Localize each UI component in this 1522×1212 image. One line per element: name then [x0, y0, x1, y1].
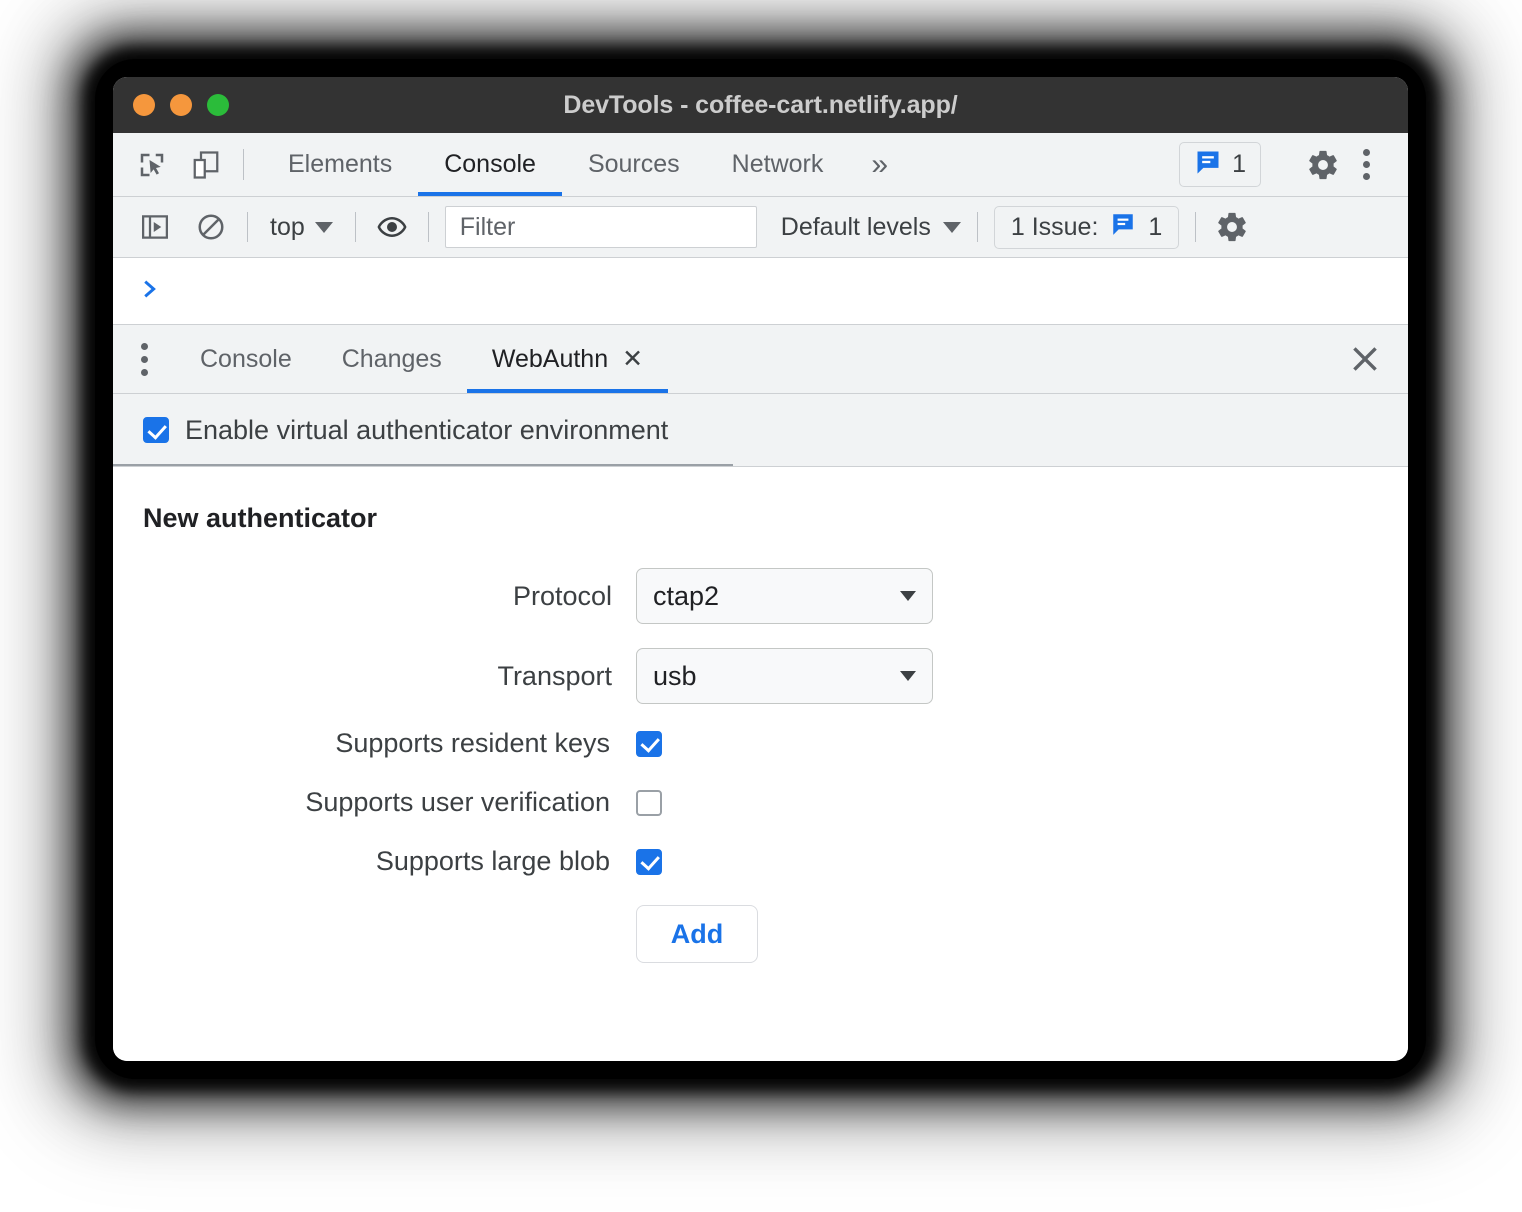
- more-tabs-chevron-icon[interactable]: »: [849, 133, 910, 196]
- console-prompt-chevron-icon: [139, 276, 161, 306]
- log-levels-selector[interactable]: Default levels: [781, 213, 961, 242]
- issues-badge-button[interactable]: 1: [1179, 142, 1261, 187]
- new-authenticator-heading: New authenticator: [143, 503, 378, 533]
- panel-tabbar: Elements Console Sources Network » 1: [113, 133, 1408, 197]
- window-titlebar: DevTools - coffee-cart.netlify.app/: [113, 77, 1408, 133]
- tab-console-label: Console: [444, 150, 536, 178]
- execution-context-selector[interactable]: top: [264, 213, 339, 242]
- issues-count-number: 1: [1148, 212, 1163, 241]
- console-toolbar-divider-4: [976, 212, 978, 242]
- transport-select-value: usb: [653, 660, 697, 691]
- show-console-sidebar-icon[interactable]: [135, 207, 175, 247]
- protocol-label: Protocol: [512, 580, 612, 611]
- devtools-window: DevTools - coffee-cart.netlify.app/ Elem…: [113, 77, 1408, 1061]
- supports-resident-keys-row: Supports resident keys: [113, 728, 1408, 759]
- drawer-kebab-dot-3: [140, 368, 148, 376]
- supports-resident-keys-label: Supports resident keys: [335, 728, 610, 758]
- console-toolbar: top Filter Default levels 1 Issue: 1: [113, 197, 1408, 258]
- tab-network-label: Network: [731, 150, 824, 178]
- drawer-kebab-dot-2: [140, 355, 148, 363]
- supports-resident-keys-checkbox[interactable]: [636, 730, 662, 757]
- drawer-tab-webauthn-label: WebAuthn: [491, 344, 609, 373]
- drawer-tab-changes-label: Changes: [341, 344, 442, 373]
- supports-large-blob-checkbox[interactable]: [636, 848, 662, 875]
- more-tabs-label: »: [871, 147, 889, 181]
- tab-console[interactable]: Console: [418, 133, 562, 196]
- drawer-tabbar: Console Changes WebAuthn ✕: [113, 325, 1408, 394]
- console-settings-gear-icon[interactable]: [1212, 207, 1252, 247]
- chevron-down-icon-levels: [942, 221, 961, 233]
- drawer-tab-webauthn[interactable]: WebAuthn ✕: [466, 325, 669, 393]
- add-authenticator-button[interactable]: Add: [636, 905, 758, 963]
- console-filter-input[interactable]: Filter: [444, 206, 757, 248]
- panel-toolbar-icons: [113, 133, 223, 196]
- drawer-kebab-dot-1: [140, 342, 148, 350]
- issues-count-label: 1 Issue:: [1010, 212, 1099, 241]
- drawer-tab-changes[interactable]: Changes: [317, 325, 467, 393]
- panel-toolbar-right: 1: [1179, 133, 1408, 196]
- issues-speech-bubble-icon-small: [1110, 211, 1136, 244]
- issues-count-button[interactable]: 1 Issue: 1: [993, 205, 1180, 249]
- chevron-down-icon-transport: [900, 671, 916, 681]
- kebab-dot-3: [1362, 173, 1370, 180]
- tab-elements-label: Elements: [288, 150, 393, 178]
- kebab-dot-2: [1362, 161, 1370, 168]
- console-message-area[interactable]: [113, 258, 1408, 325]
- gear-icon[interactable]: [1300, 142, 1346, 188]
- supports-user-verification-checkbox[interactable]: [636, 789, 662, 816]
- log-levels-label: Default levels: [780, 212, 931, 241]
- kebab-menu-icon[interactable]: [1346, 142, 1386, 188]
- drawer-tab-console-label: Console: [200, 344, 292, 373]
- window-title: DevTools - coffee-cart.netlify.app/: [563, 90, 958, 119]
- enable-virtual-authenticator-row[interactable]: Enable virtual authenticator environment: [113, 394, 1408, 467]
- supports-user-verification-label: Supports user verification: [305, 787, 610, 817]
- protocol-select[interactable]: ctap2: [636, 568, 933, 624]
- transport-select[interactable]: usb: [636, 648, 933, 704]
- inspect-element-icon[interactable]: [135, 148, 169, 182]
- execution-context-label: top: [270, 212, 305, 241]
- toolbar-divider: [243, 149, 244, 180]
- checkmark-icon-resident-keys: [639, 732, 660, 753]
- console-filter-placeholder: Filter: [459, 212, 516, 241]
- console-toolbar-divider-2: [354, 212, 356, 242]
- live-expression-eye-icon[interactable]: [372, 207, 412, 247]
- drawer-tab-console[interactable]: Console: [175, 325, 317, 393]
- checkmark-icon: [146, 419, 167, 440]
- add-authenticator-row: Add: [113, 905, 1408, 963]
- checkmark-icon-large-blob: [639, 850, 660, 871]
- chevron-down-icon: [314, 221, 333, 233]
- webauthn-panel: New authenticator Protocol ctap2 Transpo…: [113, 467, 1408, 1061]
- issues-badge-count: 1: [1232, 150, 1246, 178]
- tab-elements[interactable]: Elements: [262, 133, 418, 196]
- kebab-dot-1: [1362, 149, 1370, 156]
- console-toolbar-divider-3: [427, 212, 429, 242]
- chevron-down-icon-protocol: [900, 591, 916, 601]
- enable-virtual-authenticator-checkbox[interactable]: [143, 417, 169, 443]
- drawer-kebab-menu-icon[interactable]: [113, 325, 175, 393]
- supports-user-verification-row: Supports user verification: [113, 787, 1408, 818]
- supports-large-blob-row: Supports large blob: [113, 846, 1408, 877]
- console-toolbar-divider-1: [247, 212, 248, 242]
- tab-network[interactable]: Network: [706, 133, 850, 196]
- close-drawer-button[interactable]: [1322, 325, 1408, 393]
- clear-console-icon[interactable]: [191, 207, 231, 247]
- protocol-row: Protocol ctap2: [113, 568, 1408, 624]
- close-icon-webauthn-tab[interactable]: ✕: [622, 346, 643, 372]
- issues-speech-bubble-icon: [1194, 148, 1222, 181]
- console-toolbar-divider-5: [1195, 212, 1197, 242]
- enable-virtual-authenticator-label: Enable virtual authenticator environment: [185, 414, 669, 445]
- tab-sources[interactable]: Sources: [562, 133, 706, 196]
- panel-tabs: Elements Console Sources Network »: [262, 133, 910, 196]
- supports-large-blob-label: Supports large blob: [375, 846, 610, 876]
- transport-row: Transport usb: [113, 648, 1408, 704]
- device-toolbar-icon[interactable]: [189, 148, 223, 182]
- transport-label: Transport: [497, 660, 612, 691]
- tab-sources-label: Sources: [587, 150, 680, 178]
- protocol-select-value: ctap2: [653, 580, 720, 611]
